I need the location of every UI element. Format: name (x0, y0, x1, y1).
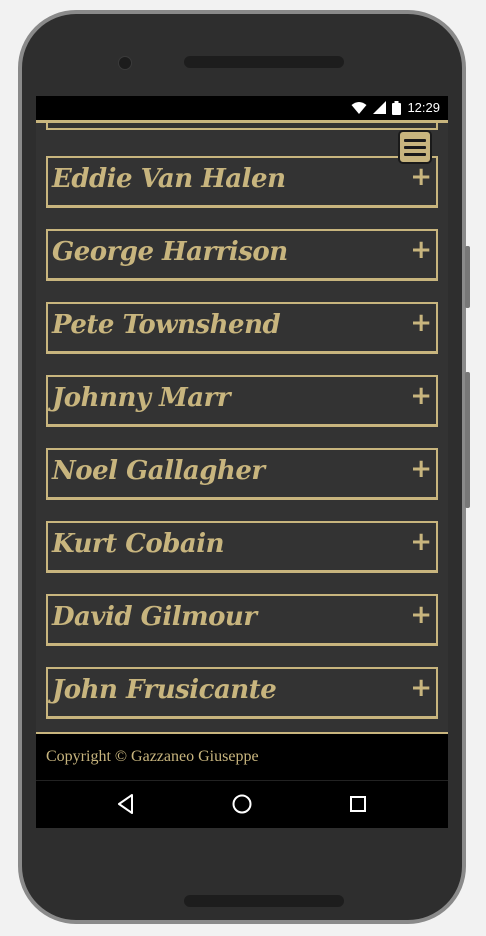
hamburger-menu-button[interactable] (398, 130, 432, 164)
hamburger-icon-line (404, 152, 426, 156)
list-item[interactable]: John Frusicante + (46, 667, 438, 719)
footer: Copyright © Gazzaneo Giuseppe (36, 732, 448, 780)
list-item[interactable]: Kurt Cobain + (46, 521, 438, 573)
list-item-label: Eddie Van Halen (52, 164, 286, 194)
expand-plus-icon[interactable]: + (410, 235, 432, 265)
expand-plus-icon[interactable]: + (410, 162, 432, 192)
copyright-text: Copyright © Gazzaneo Giuseppe (46, 748, 259, 765)
list-item-partial[interactable] (46, 120, 438, 130)
expand-plus-icon[interactable]: + (410, 454, 432, 484)
list-item-label: Pete Townshend (52, 310, 281, 340)
screen: 12:29 Eddie Van Halen + George Harrison … (36, 96, 448, 828)
expand-plus-icon[interactable]: + (410, 673, 432, 703)
expand-plus-icon[interactable]: + (410, 600, 432, 630)
front-camera (118, 56, 132, 70)
list-item[interactable]: David Gilmour + (46, 594, 438, 646)
wifi-icon (351, 101, 367, 114)
list-item-label: John Frusicante (52, 675, 277, 705)
hamburger-icon-line (404, 145, 426, 149)
android-nav-bar (36, 780, 448, 828)
volume-button (465, 246, 470, 308)
bottom-speaker (184, 895, 344, 907)
list-item[interactable]: Noel Gallagher + (46, 448, 438, 500)
power-button (465, 372, 470, 508)
list-item-label: George Harrison (52, 237, 288, 267)
recents-icon[interactable] (348, 793, 368, 815)
list-item[interactable]: Pete Townshend + (46, 302, 438, 354)
battery-icon (392, 100, 402, 115)
home-icon[interactable] (231, 793, 253, 815)
list-item-label: Noel Gallagher (52, 456, 265, 486)
list-item[interactable]: Eddie Van Halen + (46, 156, 438, 208)
expand-plus-icon[interactable]: + (410, 527, 432, 557)
back-icon[interactable] (116, 793, 136, 815)
list-item-label: Johnny Marr (52, 383, 231, 413)
list-item[interactable]: Johnny Marr + (46, 375, 438, 427)
hamburger-icon-line (404, 138, 426, 142)
status-time: 12:29 (407, 100, 440, 115)
signal-icon (373, 101, 387, 114)
expand-plus-icon[interactable]: + (410, 308, 432, 338)
status-bar: 12:29 (36, 96, 448, 120)
list-item-label: Kurt Cobain (52, 529, 225, 559)
list-item[interactable]: George Harrison + (46, 229, 438, 281)
accordion-list: Eddie Van Halen + George Harrison + Pete… (36, 120, 448, 732)
expand-plus-icon[interactable]: + (410, 381, 432, 411)
list-item-label: David Gilmour (52, 602, 257, 632)
earpiece-speaker (184, 56, 344, 68)
